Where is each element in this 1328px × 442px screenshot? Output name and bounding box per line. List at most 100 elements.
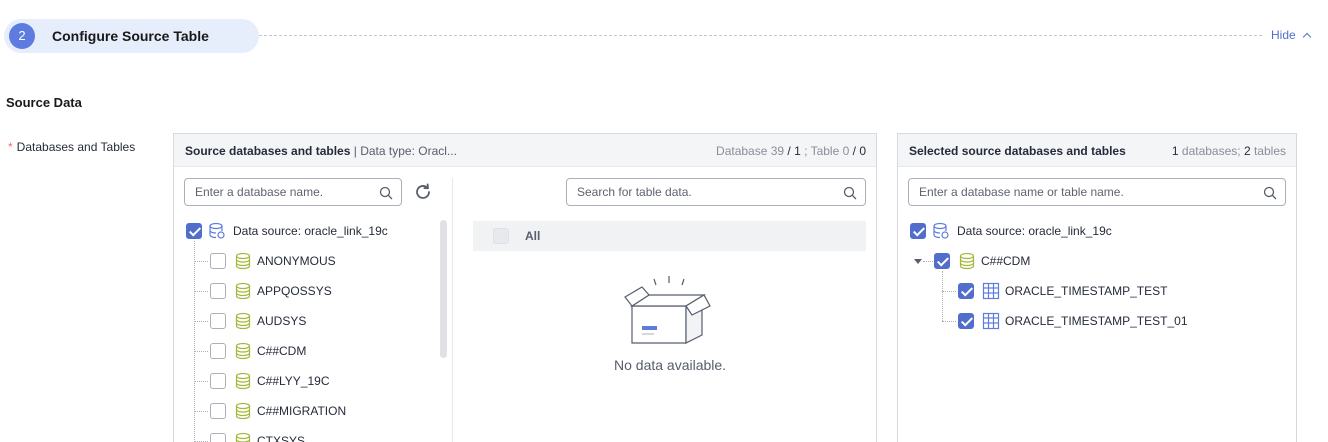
datasource-row[interactable]: Data source: oracle_link_19c [186, 221, 436, 241]
table-count-label: ; Table [800, 144, 843, 158]
db-count-label: Database [716, 144, 771, 158]
table-slash: / [849, 144, 860, 158]
database-icon [235, 282, 251, 300]
database-checkbox[interactable] [210, 433, 226, 442]
selected-panel-header: Selected source databases and tables 1 d… [898, 134, 1296, 167]
select-all-checkbox[interactable] [493, 228, 509, 244]
database-checkbox[interactable] [210, 313, 226, 329]
selected-panel-title-text: Selected source databases and tables [909, 144, 1126, 158]
selected-table-word: tables [1250, 144, 1286, 158]
db-slash: / [784, 144, 795, 158]
search-icon[interactable] [843, 186, 857, 200]
section-title: Source Data [6, 95, 82, 110]
selected-datasource-label: Data source: oracle_link_19c [957, 224, 1112, 238]
database-icon [235, 252, 251, 270]
selected-table-count: 2 [1243, 144, 1251, 158]
tree-connector [194, 411, 208, 412]
table-icon [982, 312, 1000, 330]
database-label: C##MIGRATION [257, 404, 347, 418]
tree-connector [194, 351, 208, 352]
database-search[interactable] [184, 178, 402, 206]
search-icon[interactable] [379, 186, 393, 200]
table-list-header: All [473, 221, 866, 251]
selected-table-label: ORACLE_TIMESTAMP_TEST_01 [1005, 314, 1188, 328]
db-total: 39 [770, 144, 785, 158]
table-icon [982, 282, 1000, 300]
database-checkbox[interactable] [210, 283, 226, 299]
database-label: C##LYY_19C [257, 374, 330, 388]
database-icon [235, 342, 251, 360]
datasource-icon [933, 222, 949, 239]
tree-connector [194, 321, 208, 322]
selected-table-checkbox[interactable] [958, 283, 974, 299]
tree-connector [194, 381, 208, 382]
tree-item-database[interactable]: AUDSYS [194, 311, 434, 331]
step-divider [259, 35, 1262, 36]
datasource-checkbox[interactable] [186, 223, 202, 239]
tree-connector [923, 261, 933, 262]
tree-item-database[interactable]: C##LYY_19C [194, 371, 434, 391]
chevron-up-icon [1302, 32, 1311, 42]
step-number-badge: 2 [9, 23, 35, 49]
empty-state-text: No data available. [614, 357, 727, 373]
selected-search[interactable] [908, 178, 1286, 206]
selected-panel-title: Selected source databases and tables [909, 144, 1126, 158]
empty-box-icon [624, 276, 711, 344]
database-label: APPQOSSYS [257, 284, 332, 298]
selected-table-label: ORACLE_TIMESTAMP_TEST [1005, 284, 1168, 298]
database-checkbox[interactable] [210, 403, 226, 419]
selected-datasource-row[interactable]: Data source: oracle_link_19c [910, 221, 1170, 241]
database-label: CTXSYS [257, 434, 306, 442]
selected-db-word: databases; [1178, 144, 1244, 158]
tree-connector [942, 291, 956, 292]
source-panel-divider [452, 178, 453, 442]
database-label: C##CDM [257, 344, 307, 358]
hide-toggle-link[interactable]: Hide [1271, 28, 1311, 42]
field-label: * Databases and Tables [8, 140, 135, 154]
tree-item-database[interactable]: ANONYMOUS [194, 251, 434, 271]
source-panel-counts: Database 39 / 1 ; Table 0 / 0 [716, 144, 866, 158]
database-icon [235, 372, 251, 390]
selected-table-row[interactable]: ORACLE_TIMESTAMP_TEST_01 [942, 311, 1242, 331]
tree-item-database[interactable]: CTXSYS [194, 431, 434, 442]
selected-database-row[interactable]: C##CDM [914, 251, 1174, 271]
database-icon [235, 312, 251, 330]
tree-item-database[interactable]: C##CDM [194, 341, 434, 361]
table-search[interactable] [566, 178, 866, 206]
selected-database-label: C##CDM [981, 254, 1031, 268]
select-all-label: All [525, 229, 541, 243]
selected-datasource-checkbox[interactable] [910, 223, 926, 239]
database-checkbox[interactable] [210, 373, 226, 389]
database-search-input[interactable] [185, 179, 401, 205]
selected-search-input[interactable] [909, 179, 1285, 205]
db-selected: 1 [794, 144, 801, 158]
database-icon [235, 432, 251, 442]
source-panel-title: Source databases and tables | Data type:… [185, 144, 457, 158]
step-header: 2 Configure Source Table [4, 19, 259, 53]
database-checkbox[interactable] [210, 343, 226, 359]
database-icon [235, 402, 251, 420]
selected-table-checkbox[interactable] [958, 313, 974, 329]
step-title: Configure Source Table [52, 28, 209, 44]
refresh-icon[interactable] [413, 182, 433, 202]
expand-caret-icon[interactable] [914, 259, 922, 264]
datasource-icon [209, 222, 225, 239]
field-label-text: Databases and Tables [16, 140, 136, 154]
source-panel-header: Source databases and tables | Data type:… [174, 134, 876, 167]
selected-panel-counts: 1 databases; 2 tables [1172, 144, 1286, 158]
database-label: ANONYMOUS [257, 254, 336, 268]
tree-item-database[interactable]: C##MIGRATION [194, 401, 434, 421]
tree-item-database[interactable]: APPQOSSYS [194, 281, 434, 301]
database-checkbox[interactable] [210, 253, 226, 269]
selected-db-count: 1 [1171, 144, 1179, 158]
source-data-type: Data type: Oracl... [360, 144, 457, 158]
search-icon[interactable] [1263, 186, 1277, 200]
tree-connector [194, 261, 208, 262]
selected-database-checkbox[interactable] [934, 253, 950, 269]
database-icon [959, 252, 975, 270]
table-search-input[interactable] [567, 179, 865, 205]
hide-label: Hide [1271, 28, 1296, 42]
source-panel-separator: | [350, 144, 361, 158]
selected-table-row[interactable]: ORACLE_TIMESTAMP_TEST [942, 281, 1242, 301]
tree-scrollbar[interactable] [440, 220, 447, 358]
